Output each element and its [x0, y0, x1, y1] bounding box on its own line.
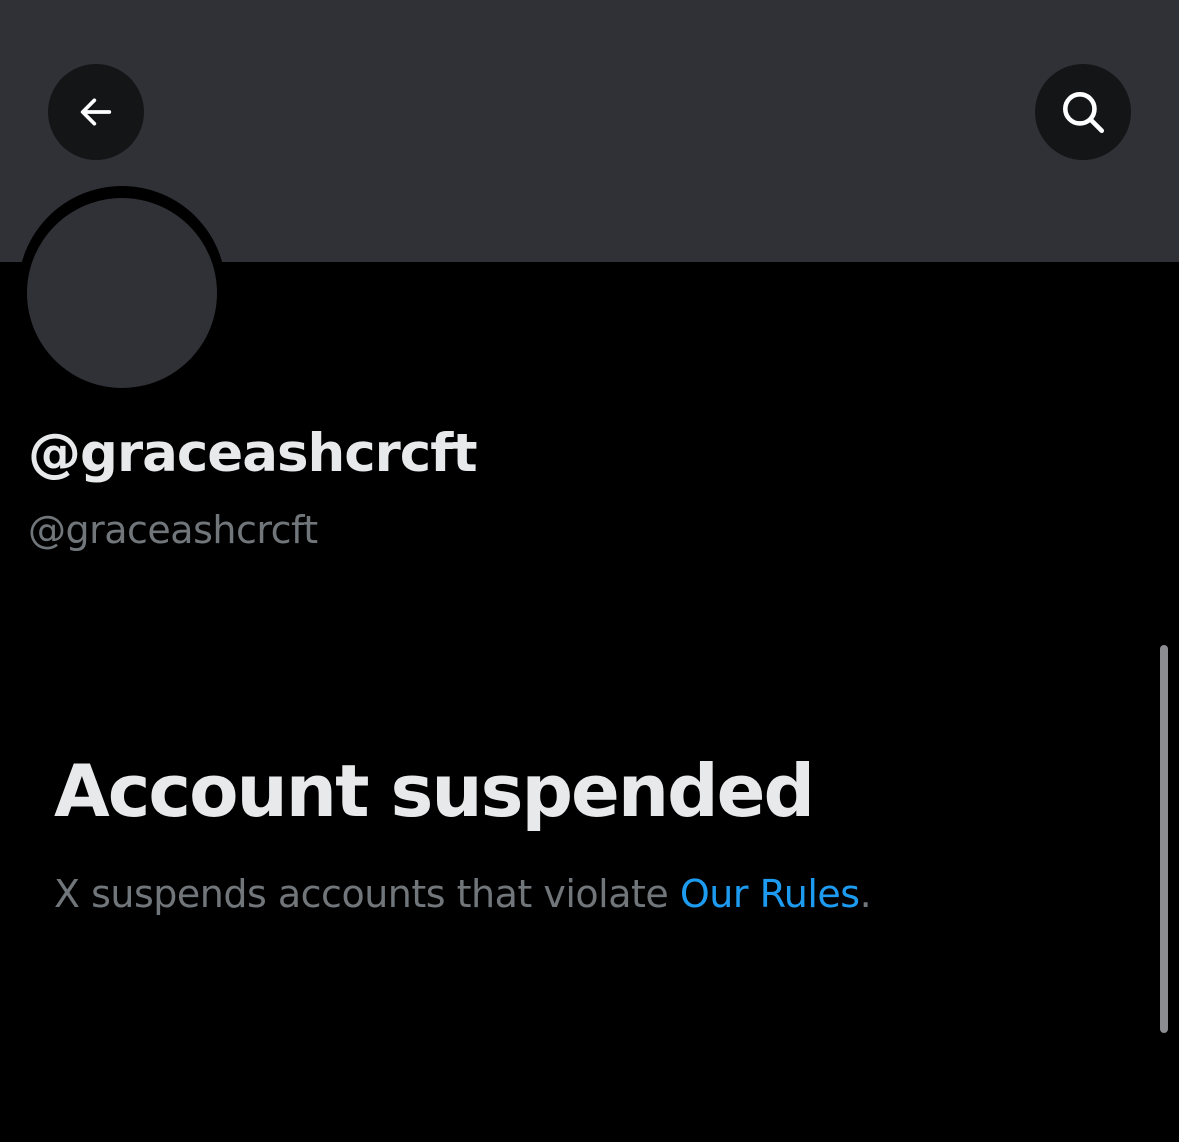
our-rules-link[interactable]: Our Rules	[680, 872, 860, 916]
arrow-left-icon	[76, 92, 116, 132]
suspension-description: X suspends accounts that violate Our Rul…	[54, 872, 872, 918]
profile-handle: @graceashcrcft	[28, 508, 318, 552]
profile-display-name: @graceashcrcft	[28, 423, 478, 484]
suspension-title: Account suspended	[54, 749, 815, 833]
suspension-description-text: X suspends accounts that violate	[54, 872, 680, 916]
back-button[interactable]	[48, 64, 144, 160]
scrollbar[interactable]	[1160, 645, 1168, 1033]
suspension-description-period: .	[859, 872, 872, 916]
search-button[interactable]	[1035, 64, 1131, 160]
avatar[interactable]	[27, 198, 217, 388]
search-icon	[1058, 87, 1108, 137]
